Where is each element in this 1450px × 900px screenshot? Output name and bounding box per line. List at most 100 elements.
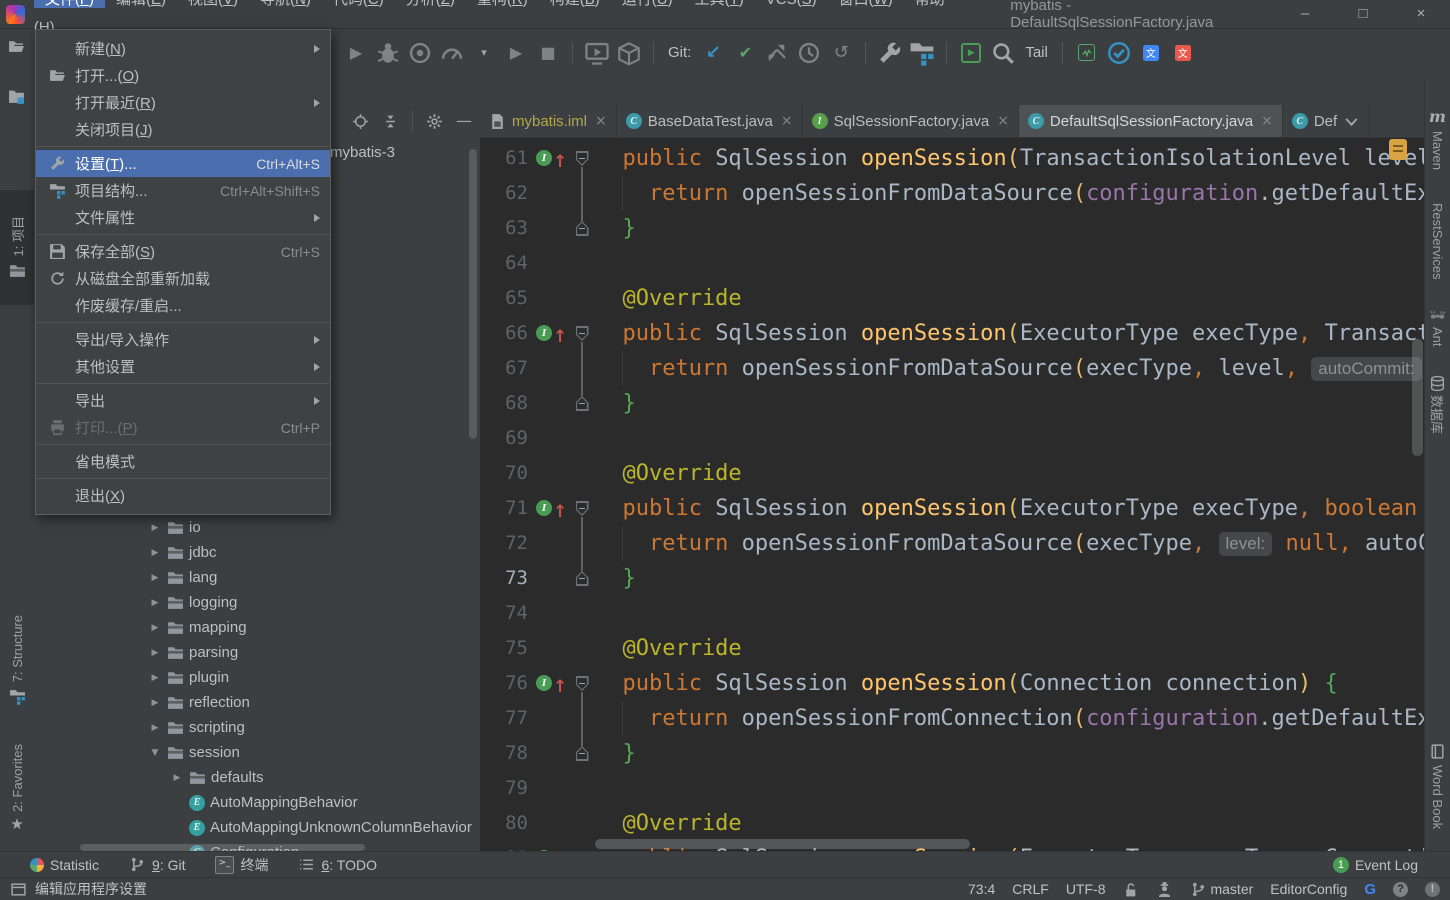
toolbar-wrench-icon[interactable] — [877, 40, 903, 66]
expand-arrow-icon[interactable]: ▶ — [148, 573, 162, 583]
menubar-item-5[interactable]: 代码(C) — [322, 0, 395, 8]
toolbar-monitor-plugin-icon[interactable] — [1074, 40, 1100, 66]
toolbar-caret-icon[interactable]: ▾ — [471, 40, 497, 66]
line-separator-widget[interactable]: CRLF — [1012, 881, 1049, 897]
project-files-icon[interactable] — [8, 88, 25, 105]
menubar-item-12[interactable]: 窗口(W) — [828, 0, 904, 8]
tree-item-logging[interactable]: ▶logging — [35, 590, 480, 615]
tool-window-button-structure[interactable]: 7: Structure — [0, 595, 34, 725]
menubar-item-8[interactable]: 构建(B) — [539, 0, 611, 8]
minimize-button[interactable]: – — [1276, 0, 1334, 28]
implementing-method-gutter-icon[interactable]: I — [536, 675, 552, 691]
editor-horizontal-scrollbar[interactable] — [595, 839, 970, 849]
expand-arrow-icon[interactable]: ▶ — [148, 523, 162, 533]
tool-window-button-wordbook[interactable]: Word Book — [1425, 765, 1450, 829]
file-menu-item-10[interactable]: 从磁盘全部重新加载 — [36, 265, 330, 292]
toolbar-structure-icon[interactable] — [909, 40, 935, 66]
file-menu-item-21[interactable]: 退出(X) — [36, 482, 330, 509]
toolbar-profiler-icon[interactable] — [439, 40, 465, 66]
file-menu-item-14[interactable]: 其他设置 — [36, 353, 330, 380]
editor-tab-BaseDataTest-java[interactable]: CBaseDataTest.java× — [617, 105, 803, 137]
tool-window-button-favorites[interactable]: 2: Favorites★ — [0, 727, 34, 849]
toolbar-rollback-icon[interactable]: ↺ — [828, 40, 854, 66]
expand-arrow-icon[interactable]: ▶ — [148, 598, 162, 608]
editor-tab-SqlSessionFactory-java[interactable]: ISqlSessionFactory.java× — [803, 105, 1019, 137]
menubar-item-7[interactable]: 重构(R) — [466, 0, 539, 8]
menubar-item-10[interactable]: 工具(T) — [684, 0, 755, 8]
tab-close-icon[interactable]: × — [595, 113, 607, 129]
file-menu-item-19[interactable]: 省电模式 — [36, 448, 330, 475]
fold-marker-icon[interactable] — [576, 221, 589, 236]
ant-icon[interactable] — [1425, 307, 1450, 324]
toolbar-run-icon[interactable]: ▶ — [343, 40, 369, 66]
toolbar-git-diff-icon[interactable] — [764, 40, 790, 66]
translation-settings-icon[interactable]: ? — [1393, 882, 1408, 897]
fold-marker-icon[interactable] — [576, 501, 589, 516]
file-menu-item-11[interactable]: 作废缓存/重启... — [36, 292, 330, 319]
file-menu-item-9[interactable]: 保存全部(S)Ctrl+S — [36, 238, 330, 265]
file-menu-item-1[interactable]: 打开...(O) — [36, 62, 330, 89]
expand-arrow-icon[interactable]: ▶ — [148, 698, 162, 708]
notification-icon[interactable]: ! — [1425, 882, 1440, 897]
maximize-button[interactable]: □ — [1334, 0, 1392, 28]
caret-position-widget[interactable]: 73:4 — [968, 881, 995, 897]
lock-icon[interactable] — [1122, 881, 1139, 898]
tool-window-button-database[interactable]: 数据库 — [1425, 395, 1450, 434]
code-analysis-indicator-icon[interactable] — [1389, 139, 1407, 160]
toolbar-stop-icon[interactable]: ■ — [535, 40, 561, 66]
database-icon[interactable] — [1425, 375, 1450, 392]
editor-tab-mybatis-iml[interactable]: mybatis.iml× — [480, 105, 617, 137]
tree-item-reflection[interactable]: ▶reflection — [35, 690, 480, 715]
fold-marker-icon[interactable] — [576, 151, 589, 166]
tool-window-button-restservices[interactable]: RestServices — [1425, 203, 1450, 280]
locate-file-icon[interactable] — [352, 113, 369, 130]
tool-window-button-maven[interactable]: Maven — [1425, 131, 1450, 170]
event-log-widget[interactable]: 1 Event Log — [1333, 857, 1418, 873]
project-tree-horizontal-scrollbar[interactable] — [80, 844, 365, 851]
close-button[interactable]: × — [1392, 0, 1450, 28]
tree-item-AutoMappingUnknownColumnBehavior[interactable]: EAutoMappingUnknownColumnBehavior — [35, 815, 480, 840]
tab-list-chevron-icon[interactable] — [1343, 113, 1360, 130]
expand-arrow-icon[interactable]: ▶ — [148, 723, 162, 733]
hide-panel-icon[interactable]: — — [456, 113, 472, 129]
file-menu-item-0[interactable]: 新建(N) — [36, 35, 330, 62]
expand-arrow-icon[interactable]: ▶ — [148, 548, 162, 558]
tree-item-plugin[interactable]: ▶plugin — [35, 665, 480, 690]
fold-marker-icon[interactable] — [576, 676, 589, 691]
menubar-item-4[interactable]: 导航(N) — [249, 0, 322, 8]
menubar-item-2[interactable]: 编辑(E) — [105, 0, 177, 8]
tree-item-defaults[interactable]: ▶defaults — [35, 765, 480, 790]
encoding-widget[interactable]: UTF-8 — [1066, 881, 1106, 897]
tree-item-parsing[interactable]: ▶parsing — [35, 640, 480, 665]
toolbar-run-dashboard-icon[interactable] — [584, 40, 610, 66]
file-menu-item-3[interactable]: 关闭项目(J) — [36, 116, 330, 143]
toolbar-translate-red-icon[interactable]: 文 — [1170, 40, 1196, 66]
google-translate-icon[interactable]: G — [1364, 881, 1376, 898]
fold-marker-icon[interactable] — [576, 746, 589, 761]
editor-vertical-scrollbar[interactable] — [1412, 339, 1423, 456]
file-menu-item-7[interactable]: 文件属性 — [36, 204, 330, 231]
fold-marker-icon[interactable] — [576, 396, 589, 411]
fold-marker-icon[interactable] — [576, 326, 589, 341]
tree-item-session[interactable]: ▼session — [35, 740, 480, 765]
tree-item-AutoMappingBehavior[interactable]: EAutoMappingBehavior — [35, 790, 480, 815]
expand-arrow-icon[interactable]: ▼ — [148, 748, 162, 758]
tool-window-button-[interactable]: >_终端 — [215, 855, 268, 875]
collapse-all-icon[interactable] — [382, 113, 399, 130]
panel-settings-icon[interactable] — [426, 113, 443, 130]
toolbar-search-icon[interactable] — [990, 40, 1016, 66]
tab-close-icon[interactable]: × — [781, 113, 793, 129]
file-menu-item-16[interactable]: 导出 — [36, 387, 330, 414]
tool-window-button-6todo[interactable]: 6: TODO — [298, 856, 377, 873]
tree-item-mapping[interactable]: ▶mapping — [35, 615, 480, 640]
tab-close-icon[interactable]: × — [1261, 113, 1273, 129]
tab-close-icon[interactable]: × — [997, 113, 1009, 129]
toolbar-coverage-icon[interactable] — [407, 40, 433, 66]
menubar-item-3[interactable]: 视图(V) — [177, 0, 249, 8]
file-menu-item-13[interactable]: 导出/导入操作 — [36, 326, 330, 353]
maven-icon[interactable]: m — [1425, 107, 1450, 126]
expand-arrow-icon[interactable]: ▶ — [170, 773, 184, 783]
project-tree-vertical-scrollbar[interactable] — [469, 149, 477, 439]
implementing-method-gutter-icon[interactable]: I — [536, 500, 552, 516]
toolbar-inspections-plugin-icon[interactable] — [1106, 40, 1132, 66]
